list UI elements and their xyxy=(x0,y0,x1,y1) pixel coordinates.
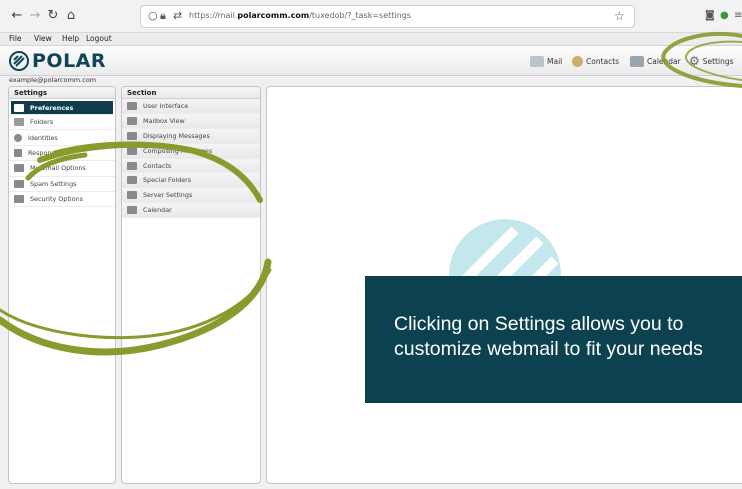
section-item-calendar[interactable]: Calendar xyxy=(122,203,260,219)
calendar-icon xyxy=(127,206,137,215)
menu-help[interactable]: Help xyxy=(62,34,79,43)
settings-item-preferences[interactable]: Preferences xyxy=(11,101,113,115)
calendar-icon xyxy=(630,55,644,67)
nav-contacts[interactable]: Contacts xyxy=(572,53,619,69)
list-icon xyxy=(127,116,137,125)
monitor-icon xyxy=(127,101,137,110)
contacts-icon xyxy=(127,161,137,170)
section-item-mailbox-view[interactable]: Mailbox View xyxy=(122,113,260,129)
menu-file[interactable]: File xyxy=(9,34,22,43)
security-icon xyxy=(14,195,24,204)
folder-icon xyxy=(14,118,24,127)
reload-icon[interactable]: ↻ xyxy=(45,8,61,24)
message-icon xyxy=(127,131,137,140)
callout-line-1: Clicking on Settings allows you to xyxy=(394,313,684,335)
section-item-server-settings[interactable]: Server Settings xyxy=(122,188,260,204)
document-icon xyxy=(14,148,22,157)
user-options-icon xyxy=(14,164,24,173)
settings-panel-title: Settings xyxy=(9,87,115,99)
gear-icon: ⚙ xyxy=(689,54,700,68)
home-icon[interactable]: ⌂ xyxy=(63,8,79,24)
callout-line-2: customize webmail to fit your needs xyxy=(394,338,703,360)
section-panel: Section User Interface Mailbox View Disp… xyxy=(121,86,261,484)
browser-toolbar: ← → ↻ ⌂ ○ 🔒︎ ⇄ https://mail.polarcomm.co… xyxy=(0,0,742,33)
section-item-displaying-messages[interactable]: Displaying Messages xyxy=(122,128,260,144)
settings-item-identities[interactable]: Identities xyxy=(9,130,115,146)
extension-check-icon[interactable]: ● xyxy=(720,10,729,21)
bookmark-star-icon[interactable]: ☆ xyxy=(614,9,625,23)
section-item-composing-messages[interactable]: Composing Messages xyxy=(122,143,260,159)
settings-item-spam-settings[interactable]: Spam Settings xyxy=(9,177,115,192)
address-bar[interactable]: ○ 🔒︎ ⇄ https://mail.polarcomm.com/tuxedo… xyxy=(140,5,635,28)
nav-mail[interactable]: Mail xyxy=(530,53,562,69)
contacts-icon xyxy=(572,55,583,67)
url-text: https://mail.polarcomm.com/tuxedob/?_tas… xyxy=(189,11,411,20)
settings-item-folders[interactable]: Folders xyxy=(9,115,115,131)
settings-item-security-options[interactable]: Security Options xyxy=(9,192,115,208)
user-email: example@polarcomm.com xyxy=(9,76,97,84)
menu-view[interactable]: View xyxy=(34,34,52,43)
person-icon xyxy=(14,133,22,142)
monitor-icon xyxy=(14,103,24,112)
nav-calendar[interactable]: Calendar xyxy=(630,53,681,69)
settings-panel: Settings Preferences Folders Identities … xyxy=(8,86,116,484)
forward-arrow-icon[interactable]: → xyxy=(27,8,43,24)
back-arrow-icon[interactable]: ← xyxy=(9,8,25,24)
settings-item-my-email-options[interactable]: My Email Options xyxy=(9,161,115,177)
shield-icon: ○ xyxy=(148,9,158,22)
permissions-icon: ⇄ xyxy=(173,9,183,22)
polar-logo-icon xyxy=(9,51,29,71)
callout-text: Clicking on Settings allows you to custo… xyxy=(394,312,742,362)
section-panel-title: Section xyxy=(122,87,260,99)
section-item-contacts[interactable]: Contacts xyxy=(122,158,260,174)
nav-settings[interactable]: ⚙ Settings xyxy=(689,53,734,69)
settings-callout: Clicking on Settings allows you to custo… xyxy=(365,276,742,403)
pocket-icon[interactable]: ◙ xyxy=(705,10,715,21)
mail-icon xyxy=(530,55,544,67)
compose-icon xyxy=(127,146,137,155)
settings-item-responses[interactable]: Responses xyxy=(9,146,115,162)
app-header: POLAR Mail Contacts Calendar ⚙ Settings xyxy=(0,46,742,76)
server-icon xyxy=(127,191,137,200)
spam-icon xyxy=(14,179,24,188)
folder-icon xyxy=(127,176,137,185)
logo-text: POLAR xyxy=(32,50,107,72)
menu-icon[interactable]: ≡ xyxy=(734,10,742,21)
section-item-special-folders[interactable]: Special Folders xyxy=(122,173,260,189)
menu-logout[interactable]: Logout xyxy=(86,34,112,43)
lock-icon: 🔒︎ xyxy=(160,9,166,22)
section-item-user-interface[interactable]: User Interface xyxy=(122,99,260,114)
menu-bar: File View Help Logout xyxy=(0,33,742,46)
